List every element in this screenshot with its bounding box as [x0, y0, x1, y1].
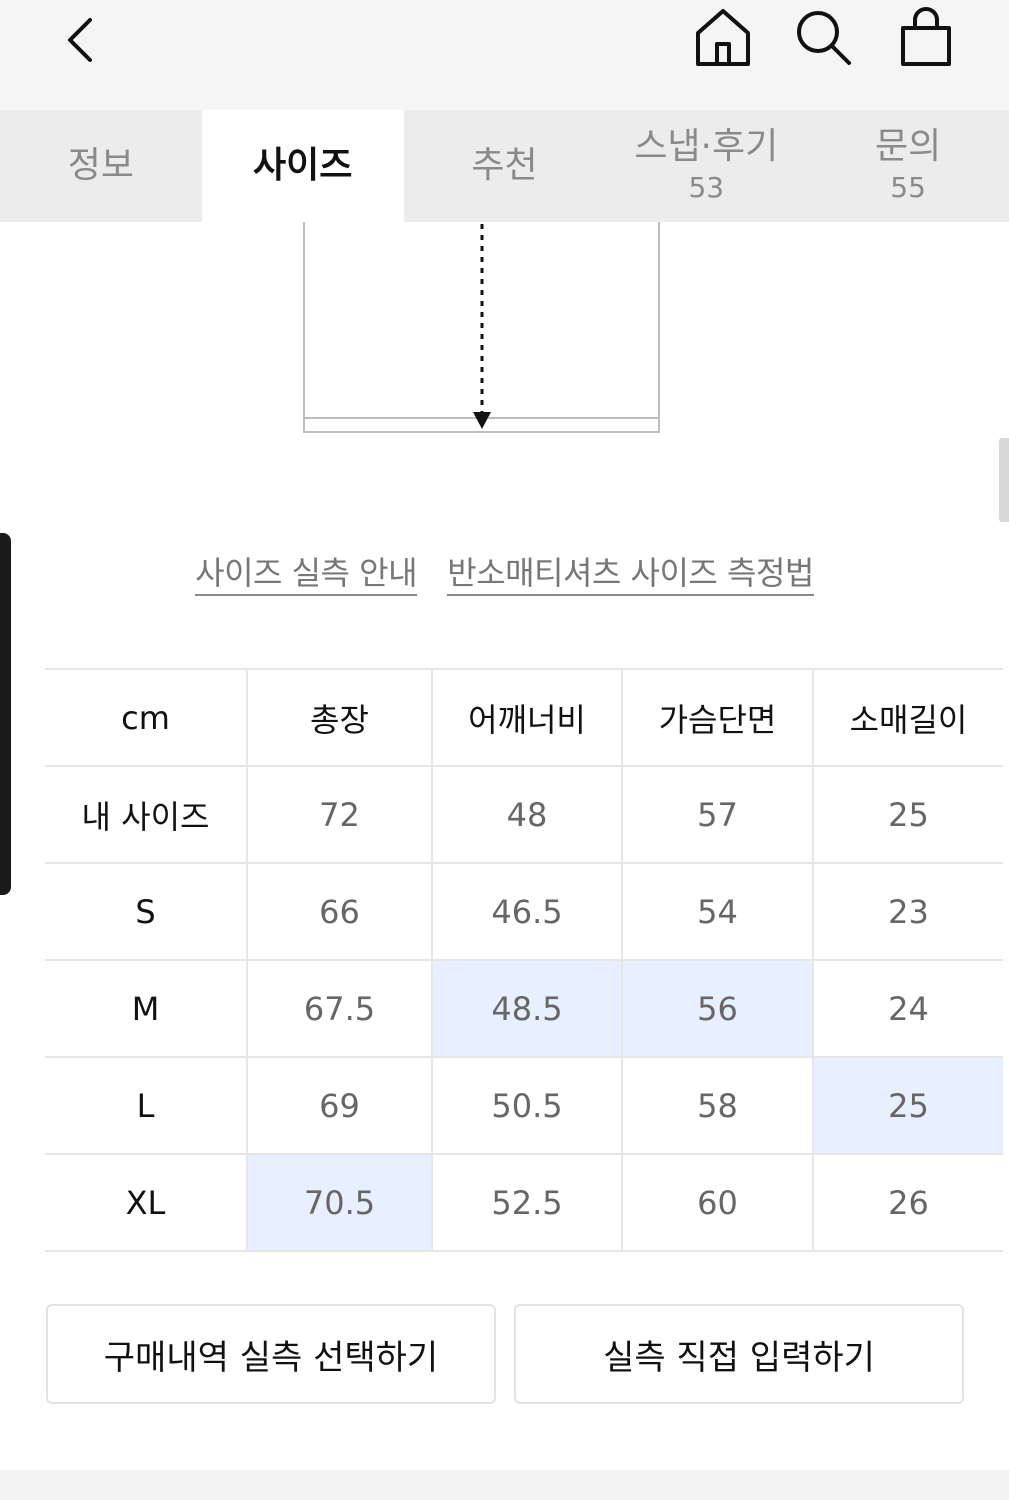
header-sleeve-length: 소매길이 — [812, 668, 1003, 767]
table-cell: 24 — [812, 959, 1003, 1058]
row-label: S — [45, 862, 248, 961]
table-cell-highlight: 70.5 — [246, 1153, 433, 1252]
measure-method-link[interactable]: 반소매티셔츠 사이즈 측정법 — [447, 554, 814, 596]
tab-label: 정보 — [67, 145, 135, 186]
table-row-l: L 69 50.5 58 25 — [45, 1056, 1003, 1155]
top-bar — [0, 0, 1009, 110]
row-label: L — [45, 1056, 248, 1155]
table-row-xl: XL 70.5 52.5 60 26 — [45, 1153, 1003, 1252]
table-cell-highlight: 25 — [812, 1056, 1003, 1155]
row-label: 내 사이즈 — [45, 765, 248, 864]
tab-label: 문의 — [874, 126, 942, 167]
home-icon — [696, 9, 750, 66]
table-cell: 50.5 — [431, 1056, 623, 1155]
table-cell: 57 — [621, 765, 814, 864]
row-label: XL — [45, 1153, 248, 1252]
size-table: cm 총장 어깨너비 가슴단면 소매길이 내 사이즈 72 48 57 25 S… — [45, 668, 1003, 1252]
tab-label: 추천 — [471, 145, 538, 186]
table-cell: 46.5 — [431, 862, 623, 961]
guide-links: 사이즈 실측 안내 반소매티셔츠 사이즈 측정법 — [0, 548, 1009, 596]
size-measure-guide-link[interactable]: 사이즈 실측 안내 — [195, 554, 418, 596]
table-cell: 23 — [812, 862, 1003, 961]
table-row-s: S 66 46.5 54 23 — [45, 862, 1003, 961]
tab-size[interactable]: 사이즈 — [201, 110, 404, 222]
shopping-bag-icon — [901, 7, 951, 66]
chevron-left-icon — [68, 18, 92, 62]
header-unit: cm — [45, 668, 248, 767]
header-chest-width: 가슴단면 — [621, 668, 814, 767]
table-cell: 69 — [246, 1056, 433, 1155]
table-cell: 25 — [812, 765, 1003, 864]
table-cell-highlight: 56 — [621, 959, 814, 1058]
product-tabs: 정보 사이즈 추천 스냅·후기 53 문의 55 — [0, 110, 1009, 222]
search-icon — [797, 11, 851, 65]
cart-button[interactable] — [896, 4, 956, 70]
measurement-diagram — [303, 222, 660, 433]
table-cell: 52.5 — [431, 1153, 623, 1252]
purchase-history-measure-button[interactable]: 구매내역 실측 선택하기 — [46, 1304, 496, 1404]
scrollbar[interactable] — [999, 438, 1009, 522]
tab-count: 55 — [890, 171, 926, 204]
table-cell: 48 — [431, 765, 623, 864]
table-cell-highlight: 48.5 — [431, 959, 623, 1058]
table-row-my-size: 내 사이즈 72 48 57 25 — [45, 765, 1003, 864]
direct-input-measure-button[interactable]: 실측 직접 입력하기 — [514, 1304, 964, 1404]
home-button[interactable] — [690, 4, 756, 70]
table-cell: 58 — [621, 1056, 814, 1155]
tab-label: 스냅·후기 — [634, 126, 779, 167]
bottom-divider — [0, 1470, 1009, 1500]
search-button[interactable] — [792, 4, 854, 70]
table-cell: 67.5 — [246, 959, 433, 1058]
table-cell: 72 — [246, 765, 433, 864]
tab-info[interactable]: 정보 — [0, 110, 202, 222]
header-total-length: 총장 — [246, 668, 433, 767]
header-shoulder-width: 어깨너비 — [431, 668, 623, 767]
tab-inquiry[interactable]: 문의 55 — [807, 110, 1009, 222]
tab-count: 53 — [688, 171, 725, 204]
tab-snap-review[interactable]: 스냅·후기 53 — [605, 110, 807, 222]
table-row-m: M 67.5 48.5 56 24 — [45, 959, 1003, 1058]
tab-recommend[interactable]: 추천 — [404, 110, 606, 222]
back-button[interactable] — [40, 8, 120, 72]
table-header-row: cm 총장 어깨너비 가슴단면 소매길이 — [45, 668, 1003, 767]
table-cell: 26 — [812, 1153, 1003, 1252]
table-cell: 60 — [621, 1153, 814, 1252]
table-cell: 66 — [246, 862, 433, 961]
tab-label: 사이즈 — [253, 145, 353, 186]
table-cell: 54 — [621, 862, 814, 961]
row-label: M — [45, 959, 248, 1058]
